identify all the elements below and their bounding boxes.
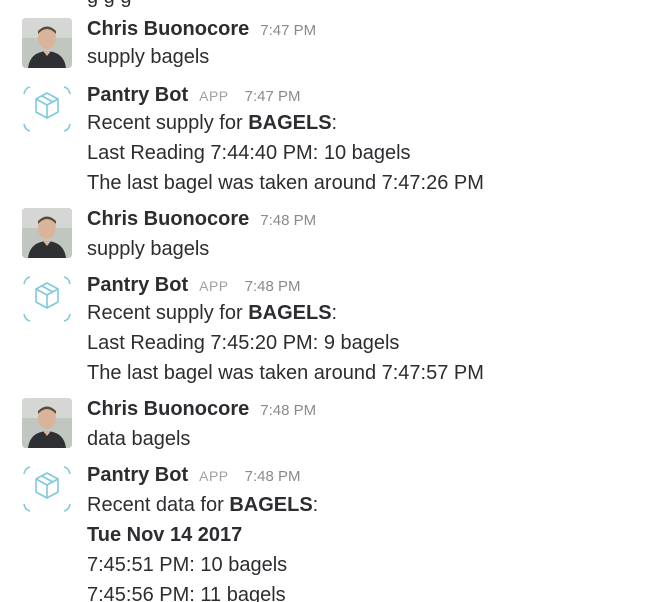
timestamp[interactable]: 7:48 PM [245, 278, 301, 295]
message-text: The last bagel was taken around 7:47:26 … [87, 172, 484, 194]
sender-name[interactable]: Chris Buonocore [87, 398, 249, 421]
message-text: data bagels [87, 428, 191, 450]
message-text: Recent supply for BAGELS: [87, 301, 337, 325]
sender-name[interactable]: Pantry Bot [87, 84, 188, 107]
item-name: BAGELS [248, 112, 332, 134]
user-avatar[interactable] [22, 398, 72, 448]
sender-name[interactable]: Pantry Bot [87, 274, 188, 297]
message-header: Pantry Bot APP 7:48 PM [87, 464, 301, 492]
message-feed: g g g Chris Buonocore 7:47 PM supply bag… [0, 0, 672, 602]
user-avatar[interactable] [22, 18, 72, 68]
message-header: Pantry Bot APP 7:47 PM [87, 84, 301, 112]
message-text: Tue Nov 14 2017 [87, 523, 242, 547]
data-date: Tue Nov 14 2017 [87, 524, 243, 546]
message-text: 7:45:56 PM: 11 bagels [87, 584, 286, 602]
intro-suffix: : [331, 112, 338, 134]
item-name: BAGELS [229, 494, 313, 516]
bot-avatar[interactable] [22, 464, 72, 514]
message-header: Pantry Bot APP 7:48 PM [87, 274, 301, 302]
timestamp[interactable]: 7:48 PM [260, 402, 316, 419]
app-badge: APP [199, 468, 229, 484]
message-text: Last Reading 7:44:40 PM: 10 bagels [87, 142, 411, 164]
message-text: 7:45:51 PM: 10 bagels [87, 554, 288, 576]
intro-prefix: Recent supply for [87, 112, 249, 134]
message-text: Recent data for BAGELS: [87, 493, 318, 517]
message-text: Last Reading 7:45:20 PM: 9 bagels [87, 332, 400, 354]
message-header: Chris Buonocore 7:48 PM [87, 398, 316, 426]
message-header: Chris Buonocore 7:48 PM [87, 208, 316, 236]
app-badge: APP [199, 88, 229, 104]
sender-name[interactable]: Chris Buonocore [87, 208, 249, 231]
bot-avatar[interactable] [22, 84, 72, 134]
previous-message-text: g g g [87, 0, 131, 9]
sender-name[interactable]: Chris Buonocore [87, 18, 249, 41]
timestamp[interactable]: 7:48 PM [260, 212, 316, 229]
timestamp[interactable]: 7:48 PM [245, 468, 301, 485]
item-name: BAGELS [248, 302, 332, 324]
app-badge: APP [199, 278, 229, 294]
message-text: Recent supply for BAGELS: [87, 111, 337, 135]
intro-suffix: : [331, 302, 338, 324]
message-text: The last bagel was taken around 7:47:57 … [87, 362, 484, 384]
sender-name[interactable]: Pantry Bot [87, 464, 188, 487]
timestamp[interactable]: 7:47 PM [260, 22, 316, 39]
intro-prefix: Recent supply for [87, 302, 249, 324]
intro-prefix: Recent data for [87, 494, 230, 516]
message-header: Chris Buonocore 7:47 PM [87, 18, 316, 46]
user-avatar[interactable] [22, 208, 72, 258]
message-text: supply bagels [87, 46, 210, 68]
message-text: supply bagels [87, 238, 210, 260]
timestamp[interactable]: 7:47 PM [245, 88, 301, 105]
bot-avatar[interactable] [22, 274, 72, 324]
intro-suffix: : [312, 494, 319, 516]
